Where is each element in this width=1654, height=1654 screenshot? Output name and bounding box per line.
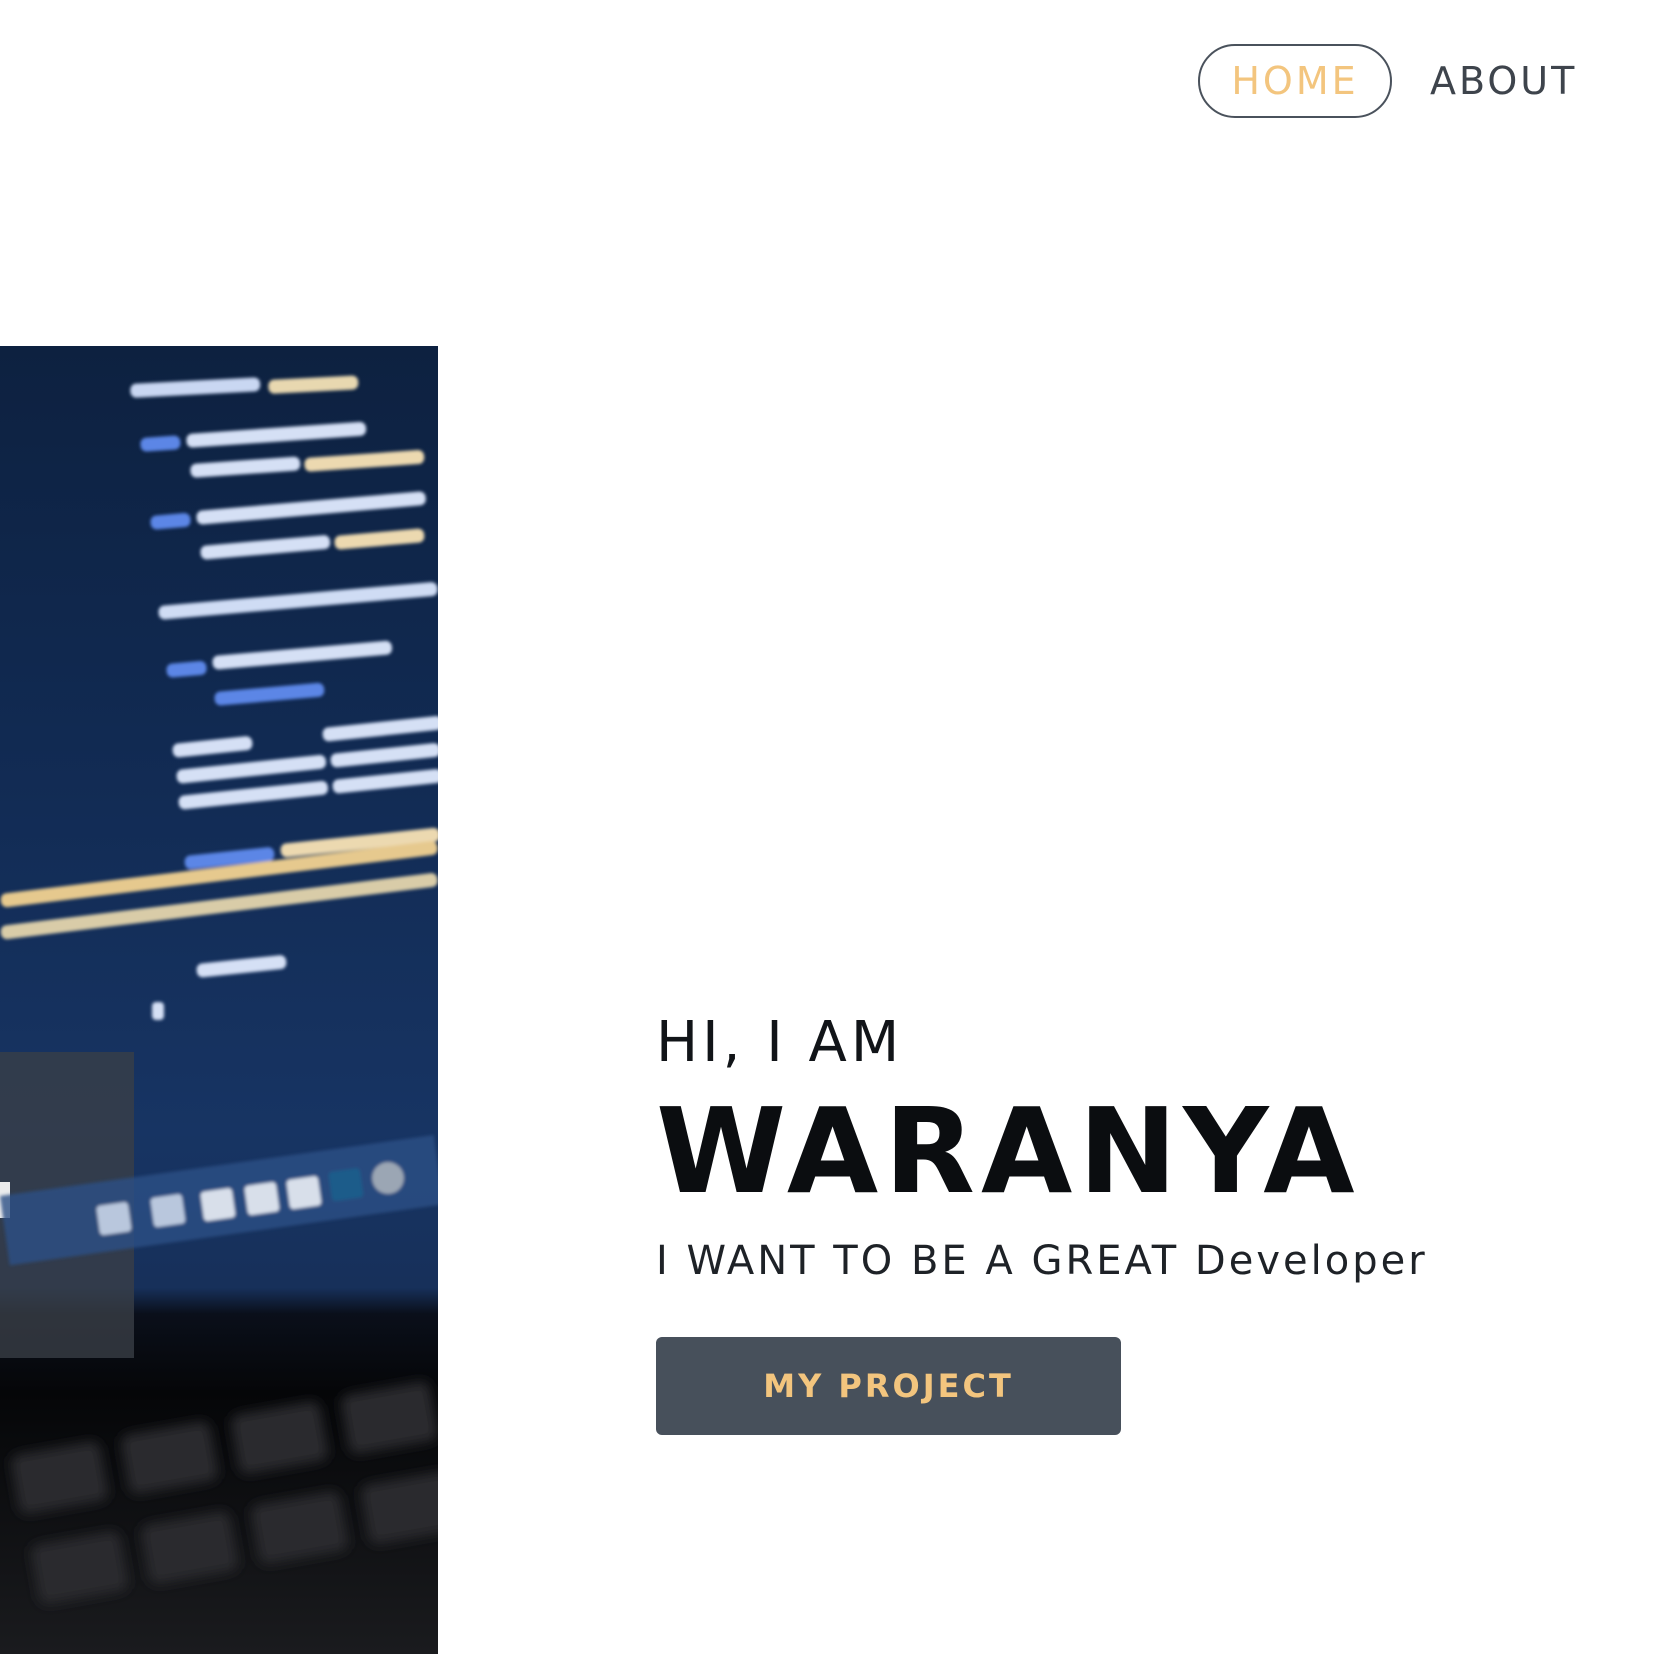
hero-tagline: I WANT TO BE A GREAT Developer (656, 1238, 1428, 1284)
hero-greeting: HI, I AM (656, 1010, 904, 1075)
my-project-button[interactable]: MY PROJECT (656, 1337, 1121, 1435)
hero-code-photo (0, 346, 438, 1654)
page: HOME ABOUT HI, I AM WARANYA I WANT TO BE… (0, 0, 1654, 1654)
nav-about-link[interactable]: ABOUT (1430, 44, 1577, 118)
nav-home-link[interactable]: HOME (1198, 44, 1392, 118)
top-navigation: HOME ABOUT (0, 44, 1654, 122)
laptop-code-image (0, 375, 438, 1604)
hero-name: WARANYA (656, 1082, 1361, 1220)
